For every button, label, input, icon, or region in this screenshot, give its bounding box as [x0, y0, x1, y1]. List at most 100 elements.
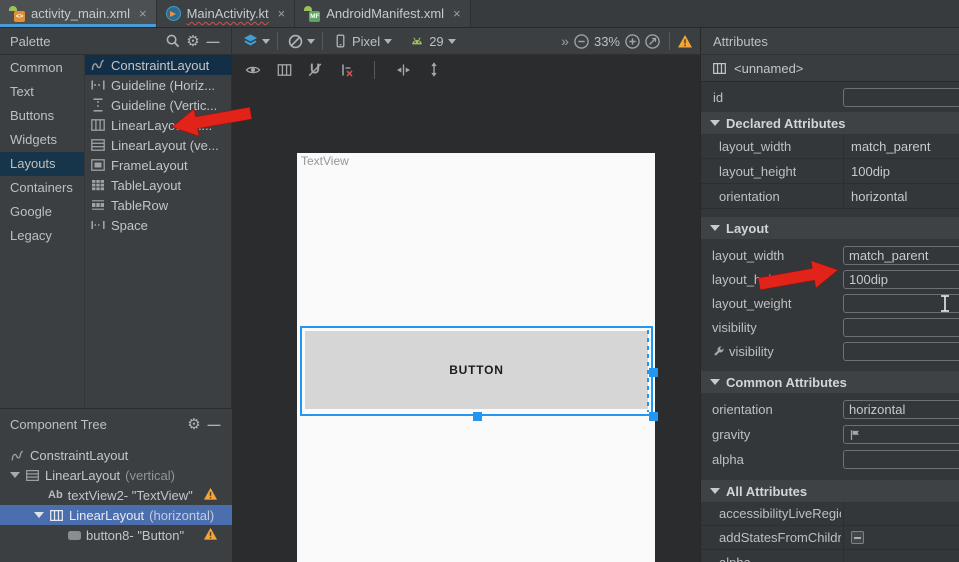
zoom-level-value: 33%	[594, 34, 620, 49]
palette-item-framelayout[interactable]: FrameLayout	[85, 155, 232, 175]
palette-item-tablerow[interactable]: TableRow	[85, 195, 232, 215]
palette-category-containers[interactable]: Containers	[0, 176, 84, 200]
palette-settings-gear-icon[interactable]: ⚙	[183, 31, 203, 51]
layers-icon[interactable]	[240, 31, 260, 51]
attr-value[interactable]	[843, 550, 959, 562]
palette-category-widgets[interactable]: Widgets	[0, 128, 84, 152]
id-label: id	[701, 90, 723, 105]
chevron-down-icon[interactable]	[448, 39, 456, 44]
tab-androidmanifest-xml[interactable]: MF AndroidManifest.xml ×	[295, 0, 470, 27]
attr-value[interactable]	[843, 526, 959, 549]
button-widget[interactable]: BUTTON	[305, 331, 648, 409]
autoconnect-off-magnet-icon[interactable]	[305, 60, 325, 80]
blueprint-mode-icon[interactable]	[274, 60, 294, 80]
palette-category-legacy[interactable]: Legacy	[0, 224, 84, 248]
warning-icon[interactable]	[677, 34, 692, 48]
linearlayout-horizontal-icon	[49, 508, 64, 523]
palette-item-space[interactable]: Space	[85, 215, 232, 235]
palette-category-layouts[interactable]: Layouts	[0, 152, 84, 176]
expand-collapse-icon[interactable]	[34, 512, 44, 518]
palette-item-tablelayout[interactable]: TableLayout	[85, 175, 232, 195]
api-level-selector[interactable]: 29	[429, 34, 443, 49]
selection-handle-right-middle[interactable]	[649, 368, 658, 377]
tools-visibility-input[interactable]	[843, 342, 959, 361]
id-attribute-row: id	[701, 82, 959, 112]
constraintlayout-icon	[90, 57, 106, 73]
gravity-input[interactable]	[843, 425, 959, 444]
attr-value[interactable]: 100dip	[843, 159, 959, 183]
id-input[interactable]	[843, 88, 959, 107]
chevron-down-icon[interactable]	[262, 39, 270, 44]
zoom-in-icon[interactable]	[622, 31, 642, 51]
attr-row-visibility: visibility	[701, 315, 959, 339]
search-icon[interactable]	[163, 31, 183, 51]
attr-row-alpha: alpha	[701, 447, 959, 472]
palette-item-linearlayout-vertical[interactable]: LinearLayout (ve...	[85, 135, 232, 155]
visibility-input[interactable]	[843, 318, 959, 337]
tab-mainactivity-kt[interactable]: MainActivity.kt ×	[157, 0, 296, 27]
theme-icon[interactable]	[285, 31, 305, 51]
clear-constraints-icon[interactable]	[336, 60, 356, 80]
close-icon[interactable]: ×	[278, 6, 286, 21]
tree-node-textview2[interactable]: Ab textView2- "TextView"	[0, 485, 232, 505]
palette-item-constraintlayout[interactable]: ConstraintLayout	[85, 55, 232, 75]
close-icon[interactable]: ×	[453, 6, 461, 21]
checkbox-indeterminate-icon[interactable]	[851, 531, 864, 544]
attr-value[interactable]: match_parent	[843, 134, 959, 158]
attr-value[interactable]: horizontal	[843, 184, 959, 208]
palette-category-common[interactable]: Common	[0, 56, 84, 80]
palette-category-text[interactable]: Text	[0, 80, 84, 104]
attributes-panel: <unnamed> id Declared Attributes layout_…	[700, 55, 959, 562]
pack-horizontally-icon[interactable]	[393, 60, 413, 80]
tree-node-linearlayout-vertical[interactable]: LinearLayout(vertical)	[0, 465, 232, 485]
section-all-attributes[interactable]: All Attributes	[701, 480, 959, 502]
tab-label: AndroidManifest.xml	[326, 6, 444, 21]
component-tree-minimize-icon[interactable]: —	[204, 414, 224, 434]
section-declared-attributes[interactable]: Declared Attributes	[701, 112, 959, 134]
zoom-out-icon[interactable]	[572, 31, 592, 51]
chevron-down-icon	[710, 225, 720, 231]
layout-weight-input[interactable]	[843, 294, 959, 313]
main-toolbar: Palette ⚙ — Pixel	[0, 28, 959, 55]
button-icon	[68, 531, 81, 540]
tree-node-linearlayout-horizontal[interactable]: LinearLayout(horizontal)	[0, 505, 232, 525]
expand-collapse-icon[interactable]	[10, 472, 20, 478]
textview-widget[interactable]: TextView	[301, 154, 349, 168]
expand-vertically-icon[interactable]	[424, 60, 444, 80]
palette-category-buttons[interactable]: Buttons	[0, 104, 84, 128]
section-common-attributes[interactable]: Common Attributes	[701, 371, 959, 393]
zoom-to-fit-icon[interactable]	[642, 31, 662, 51]
layout-height-input[interactable]: 100dip	[843, 270, 959, 289]
selection-handle-bottom-right[interactable]	[649, 412, 658, 421]
view-options-eye-icon[interactable]	[243, 60, 263, 80]
toolbar-overflow-chevrons[interactable]: »	[561, 33, 568, 49]
palette-minimize-icon[interactable]: —	[203, 31, 223, 51]
orientation-input[interactable]: horizontal	[843, 400, 959, 419]
section-layout[interactable]: Layout	[701, 217, 959, 239]
android-robot-icon	[407, 31, 427, 51]
close-icon[interactable]: ×	[139, 6, 147, 21]
chevron-down-icon[interactable]	[384, 39, 392, 44]
tree-node-constraintlayout[interactable]: ConstraintLayout	[0, 445, 232, 465]
palette-item-guideline-horizontal[interactable]: Guideline (Horiz...	[85, 75, 232, 95]
chevron-down-icon[interactable]	[307, 39, 315, 44]
selection-handle-bottom-center[interactable]	[473, 412, 482, 421]
attr-value[interactable]	[843, 502, 959, 525]
tree-node-button8[interactable]: button8- "Button"	[0, 525, 232, 545]
palette-item-guideline-vertical[interactable]: Guideline (Vertic...	[85, 95, 232, 115]
device-phone-icon	[330, 31, 350, 51]
chevron-down-icon	[710, 379, 720, 385]
selected-linearlayout-bounds[interactable]: BUTTON	[300, 326, 653, 416]
linearlayout-horizontal-icon	[712, 61, 727, 76]
palette-title: Palette	[10, 34, 50, 49]
tab-activity-main-xml[interactable]: <> activity_main.xml ×	[0, 0, 157, 27]
framelayout-icon	[90, 157, 106, 173]
device-selector[interactable]: Pixel	[352, 34, 380, 49]
palette-item-linearlayout-horizontal[interactable]: LinearLayout (h...	[85, 115, 232, 135]
component-tree-gear-icon[interactable]: ⚙	[184, 414, 204, 434]
layout-width-input[interactable]: match_parent	[843, 246, 959, 265]
palette-category-google[interactable]: Google	[0, 200, 84, 224]
alpha-input[interactable]	[843, 450, 959, 469]
attr-row-layout-height: layout_height 100dip	[701, 159, 959, 184]
component-tree-panel: Component Tree ⚙ — ConstraintLayout Line…	[0, 409, 232, 562]
